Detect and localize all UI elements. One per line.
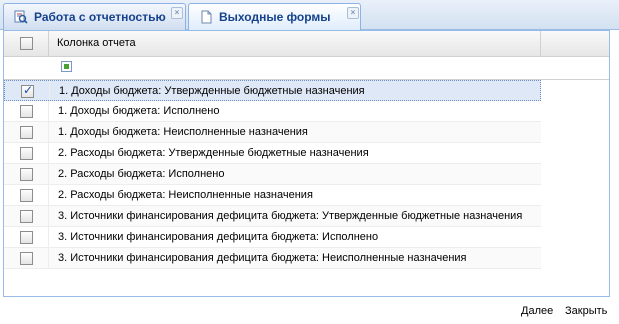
row-label: 1. Доходы бюджета: Исполнено xyxy=(58,105,220,117)
select-all-checkbox[interactable] xyxy=(20,37,33,50)
row-checkbox[interactable] xyxy=(20,210,33,223)
row-label: 2. Расходы бюджета: Неисполненные назнач… xyxy=(58,189,313,201)
row-label: 1. Доходы бюджета: Неисполненные назначе… xyxy=(58,126,308,138)
row-checkbox[interactable] xyxy=(20,168,33,181)
row-checkbox[interactable] xyxy=(21,83,34,98)
table-row[interactable]: 2. Расходы бюджета: Исполнено xyxy=(4,164,541,185)
next-button[interactable]: Далее xyxy=(521,305,553,317)
report-columns-grid: Колонка отчета 1. Доходы бюджета: Утверж… xyxy=(3,30,610,297)
row-checkbox[interactable] xyxy=(20,252,33,265)
row-checkbox[interactable] xyxy=(20,105,33,118)
header-select-cell xyxy=(4,31,49,56)
tab-output-forms-close-icon[interactable]: × xyxy=(347,7,359,19)
table-row[interactable]: 3. Источники финансирования дефицита бюд… xyxy=(4,206,541,227)
filter-row xyxy=(4,57,609,80)
report-search-icon xyxy=(14,10,28,24)
tab-bar: Работа с отчетностью × Выходные формы × xyxy=(0,0,619,31)
tab-reporting-label: Работа с отчетностью xyxy=(34,10,166,24)
row-label: 3. Источники финансирования дефицита бюд… xyxy=(58,231,379,243)
table-row[interactable]: 1. Доходы бюджета: Исполнено xyxy=(4,101,541,122)
tab-output-forms-label: Выходные формы xyxy=(219,10,331,24)
row-label: 3. Источники финансирования дефицита бюд… xyxy=(58,210,523,222)
table-row[interactable]: 1. Доходы бюджета: Неисполненные назначе… xyxy=(4,122,541,143)
tab-reporting[interactable]: Работа с отчетностью × xyxy=(3,3,186,30)
close-button[interactable]: Закрыть xyxy=(565,305,607,317)
row-checkbox[interactable] xyxy=(20,231,33,244)
grid-rows: 1. Доходы бюджета: Утвержденные бюджетны… xyxy=(4,80,541,269)
grid-header: Колонка отчета xyxy=(4,31,609,57)
row-label: 2. Расходы бюджета: Утвержденные бюджетн… xyxy=(58,147,369,159)
dialog-footer: Далее Закрыть xyxy=(0,297,619,324)
document-icon xyxy=(201,10,212,24)
row-checkbox[interactable] xyxy=(20,147,33,160)
column-header-label: Колонка отчета xyxy=(57,37,136,49)
row-label: 2. Расходы бюджета: Исполнено xyxy=(58,168,225,180)
row-checkbox[interactable] xyxy=(20,126,33,139)
table-row[interactable]: 3. Источники финансирования дефицита бюд… xyxy=(4,227,541,248)
table-row[interactable]: 3. Источники финансирования дефицита бюд… xyxy=(4,248,541,269)
tab-output-forms[interactable]: Выходные формы × xyxy=(188,3,361,31)
table-row[interactable]: 2. Расходы бюджета: Неисполненные назнач… xyxy=(4,185,541,206)
tab-reporting-close-icon[interactable]: × xyxy=(171,7,183,19)
table-row[interactable]: 1. Доходы бюджета: Утвержденные бюджетны… xyxy=(4,80,541,101)
header-column-cell[interactable]: Колонка отчета xyxy=(49,31,541,56)
table-row[interactable]: 2. Расходы бюджета: Утвержденные бюджетн… xyxy=(4,143,541,164)
row-checkbox[interactable] xyxy=(20,189,33,202)
row-label: 3. Источники финансирования дефицита бюд… xyxy=(58,252,467,264)
row-label: 1. Доходы бюджета: Утвержденные бюджетны… xyxy=(59,85,365,97)
filter-toggle-icon[interactable] xyxy=(61,61,72,72)
